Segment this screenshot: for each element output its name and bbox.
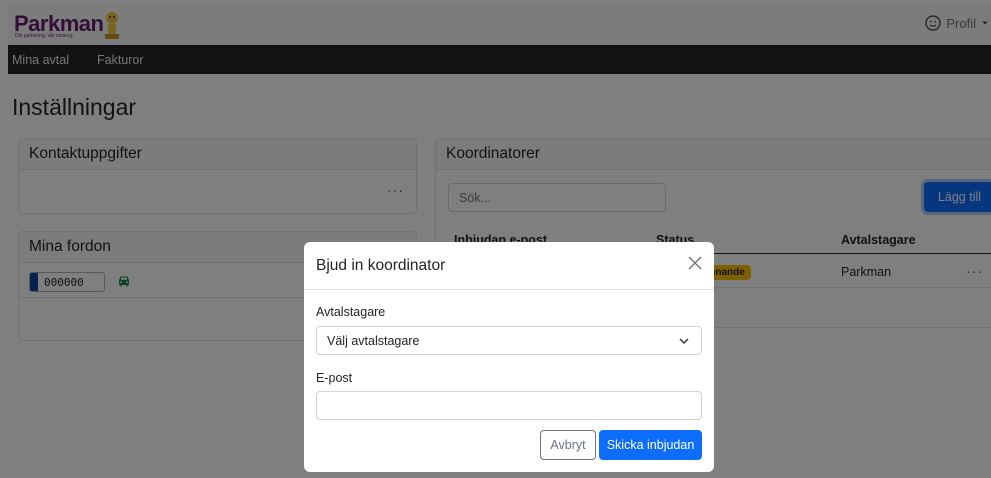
close-icon[interactable] — [688, 256, 702, 270]
contractor-select-value: Välj avtalstagare — [327, 333, 420, 348]
contractor-select[interactable]: Välj avtalstagare — [316, 326, 702, 355]
email-label: E-post — [316, 371, 353, 385]
modal-header: Bjud in koordinator — [304, 242, 714, 290]
contractor-label: Avtalstagare — [316, 305, 386, 319]
modal-title: Bjud in koordinator — [316, 257, 446, 274]
chevron-down-icon — [679, 338, 689, 345]
invite-coordinator-modal: Bjud in koordinator Avtalstagare Välj av… — [304, 242, 714, 472]
send-invite-button[interactable]: Skicka inbjudan — [599, 430, 702, 460]
cancel-button[interactable]: Avbryt — [540, 430, 596, 460]
email-field[interactable] — [316, 391, 702, 420]
